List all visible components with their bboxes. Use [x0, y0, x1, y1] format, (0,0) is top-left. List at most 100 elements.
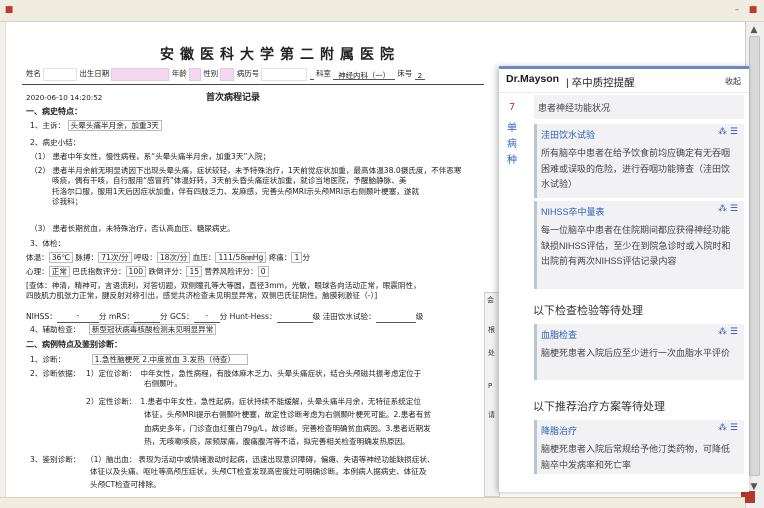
qc-card-lipid-therapy[interactable]: 降脂治疗 ⁂ ☰ 脑梗死患者入院后常规给予他汀类药物，可降低脑卒中发病率和死亡率 — [534, 420, 744, 474]
pulse-field[interactable]: 71次/分 — [98, 252, 132, 263]
basis-localization[interactable]: 1）定位诊断： 中年女性，急性病程，有肢体麻木乏力、头晕头痛症状，结合头颅磁共振考… — [86, 369, 478, 390]
menu-icon[interactable]: ☰ — [730, 423, 738, 433]
history-item-2[interactable]: （2） 患者半月余前无明显诱因下出现头晕头痛，症状较轻，未予特殊治疗，1天前觉症… — [30, 166, 472, 207]
gender-field[interactable] — [220, 67, 235, 81]
dialog-label: 会 — [487, 296, 494, 304]
card-actions: ⁂ ☰ — [718, 423, 738, 433]
section-pending-treatment: 以下推荐治疗方案等待处理 — [533, 401, 665, 413]
temp-field[interactable]: 36℃ — [48, 252, 73, 263]
history-text[interactable]: 患者长期贫血，未特殊治疗，否认高血压、糖尿病史。 — [52, 224, 234, 233]
chief-field[interactable]: 头晕头痛半月余，加重3天 — [67, 120, 163, 131]
gcs-unit: 分 — [219, 312, 228, 321]
brand-logo: Dr.Mayson — [506, 73, 560, 85]
qc-card-lipid-test[interactable]: 血脂检查 ⁂ ☰ 脑梗死患者入院后应至少进行一次血脂水平评价 — [534, 324, 744, 380]
gcs-field[interactable]: - — [193, 311, 220, 323]
history-item-3: （3） 患者长期贫血，未特殊治疗，否认高血压、糖尿病史。 — [30, 224, 235, 234]
basis-text: 1.患者中年女性，急性起病，症状持续不能缓解，头晕头痛半月余，无特征系统定位 — [140, 397, 422, 406]
window-titlebar: ■ – ■ — [0, 0, 764, 22]
status-bar — [0, 497, 745, 508]
record-no-field[interactable] — [261, 67, 308, 81]
nutrition-field[interactable]: 0 — [257, 266, 269, 277]
tree-icon[interactable]: ⁂ — [718, 327, 727, 337]
neuro-exam[interactable]: [查体：神清，精神可，言语流利，对答切题，双侧瞳孔等大等圆，直径3mm，光敏，眼… — [26, 281, 486, 302]
side-count: 7 — [508, 102, 516, 113]
card-body: 每一位脑卒中患者在住院期间都应获得神经功能缺损NIHSS评估，至少在到院急诊时或… — [541, 225, 731, 266]
history-num: （2） — [30, 166, 51, 175]
side-tab-char[interactable]: 病 — [505, 138, 519, 152]
age-field[interactable] — [188, 67, 201, 81]
history-item-1: （1） 患者中年女性，慢性病程，系“头晕头痛半月余，加重3天”入院； — [30, 152, 270, 162]
history-text: 托洛尔口服，服用1天后因症状加重，伴有四肢乏力、发麻感，完善头颅MRI示头颅MR… — [52, 186, 420, 196]
nihss-field[interactable]: - — [56, 311, 99, 323]
basis-text: 右侧颞叶。 — [144, 379, 182, 389]
hunt-hess-label: Hunt-Hess： — [229, 312, 277, 321]
dob-field[interactable] — [111, 67, 170, 81]
neuro-exam-line: 四肢肌力肌张力正常，腱反射对称引出，感觉共济检查未见明显异常，双侧巴氏征阴性。脑… — [26, 291, 378, 301]
card-title[interactable]: 洼田饮水试验 — [541, 128, 738, 141]
qc-card-swallow-test[interactable]: 洼田饮水试验 ⁂ ☰ 所有脑卒中患者在给予饮食前均应确定有无吞咽困难或误吸的危险… — [534, 124, 744, 198]
nihss-label: NIHSS： — [26, 312, 57, 321]
qc-panel-footer — [499, 474, 749, 492]
mrs-field[interactable] — [133, 311, 160, 323]
basis-text: 血病史多年，门诊查血红蛋白79g/L，故诊断。完善检查明确贫血病因。3.患者近期… — [144, 423, 431, 433]
side-tab-char[interactable]: 单 — [505, 122, 519, 136]
diagnosis-field[interactable]: 1.急性脑梗死 2.中度贫血 3.发热（待查） — [91, 354, 249, 365]
menu-icon[interactable]: ☰ — [730, 327, 738, 337]
basis-qualitative[interactable]: 2）定性诊断： 1.患者中年女性，急性起病，症状持续不能缓解，头晕头痛半月余，无特… — [86, 397, 478, 447]
section-history: 一、病史特点： — [26, 107, 82, 116]
water-test-field[interactable] — [375, 311, 416, 323]
tree-icon[interactable]: ⁂ — [718, 204, 727, 214]
dialog-label: P — [488, 382, 493, 390]
side-tab-char[interactable]: 种 — [505, 154, 519, 168]
gcs-label: GCS： — [170, 312, 194, 321]
menu-icon[interactable]: ☰ — [730, 127, 738, 137]
pain-field[interactable]: 1 — [291, 252, 303, 263]
name-field[interactable] — [43, 67, 78, 81]
history-num: （1） — [30, 152, 51, 161]
diff-text: 头颅CT检查可排除。 — [90, 479, 161, 489]
fall-field[interactable]: 15 — [186, 266, 203, 277]
bed-value: 2 — [414, 68, 426, 80]
qc-card-intro: 患者神经功能状况 — [534, 95, 744, 119]
aux-label: 4、辅助检查： — [30, 325, 81, 334]
barthel-field[interactable]: 100 — [125, 266, 147, 277]
record-datetime: 2020-06-10 14:20:52 — [26, 93, 103, 102]
history-text: 患者半月余前无明显诱因下出现头晕头痛，症状较轻，未予特殊治疗，1天前觉症状加重，… — [52, 166, 462, 175]
scales-row: NIHSS： - 分 mRS：分 GCS： - 分 Hunt-Hess：级 洼田饮水试验… — [26, 311, 423, 323]
basis-text: 中年女性，急性病程，有肢体麻木乏力、头晕头痛症状，结合头颅磁共振考虑定位于 — [140, 369, 422, 378]
scrollbar-thumb[interactable] — [749, 36, 760, 476]
card-title[interactable]: 血脂检查 — [541, 328, 738, 341]
diagnosis-row: 1、诊断： 1.急性脑梗死 2.中度贫血 3.发热（待查） — [30, 354, 249, 365]
differential-label: 3、鉴别诊断： — [30, 455, 81, 464]
pulse-label: 脉搏： — [75, 253, 99, 262]
card-body: 脑梗死患者入院后应至少进行一次血脂水平评价 — [541, 348, 731, 358]
hunt-hess-field[interactable] — [276, 311, 313, 323]
card-title[interactable]: NIHSS卒中量表 — [541, 205, 738, 218]
dialog-label: 根 — [488, 326, 495, 334]
history-label: 2、病史小结： — [30, 138, 81, 147]
tree-icon[interactable]: ⁂ — [718, 423, 727, 433]
minimize-icon[interactable]: – — [732, 5, 742, 15]
mrs-label: mRS： — [108, 312, 134, 321]
basis-text: 体征，头颅MRI提示右侧颞叶梗塞，故定性诊断考虑为右侧颞叶梗死可能。2.患者有贫 — [144, 410, 432, 420]
heart-field[interactable]: 正常 — [48, 266, 70, 277]
differential-hemorrhage[interactable]: （1）脑出血： 表现为活动中或情绪激动时起病，迅速出现意识障碍，偏瘫、失语等神经功… — [86, 455, 482, 490]
qc-card-nihss[interactable]: NIHSS卒中量表 ⁂ ☰ 每一位脑卒中患者在住院期间都应获得神经功能缺损NIH… — [534, 201, 744, 289]
history-text[interactable]: 患者中年女性，慢性病程，系“头晕头痛半月余，加重3天”入院； — [52, 152, 270, 161]
card-body: 患者神经功能状况 — [538, 103, 611, 113]
card-title[interactable]: 降脂治疗 — [541, 424, 738, 437]
tree-icon[interactable]: ⁂ — [718, 127, 727, 137]
bp-field[interactable]: 111/58㎜Hg — [215, 252, 267, 263]
resp-field[interactable]: 18次/分 — [156, 252, 191, 263]
scroll-up-arrow-icon[interactable]: ▲ — [748, 25, 760, 35]
collapse-button[interactable]: 收起 — [725, 76, 741, 87]
history-text: 咳痰，偶有干咳，自行服用“感冒药”体温好转，3天前头昏头痛症状加重，就诊当地医院… — [52, 176, 407, 186]
background-dialog — [484, 292, 500, 497]
menu-icon[interactable]: ☰ — [730, 204, 738, 214]
aux-field[interactable]: 新型冠状病毒核酸检测未见明显异常 — [88, 324, 217, 335]
age-label: 年龄 — [171, 69, 187, 78]
card-body: 所有脑卒中患者在给予饮食前均应确定有无吞咽困难或误吸的危险，进行吞咽功能筛查（洼… — [541, 148, 731, 189]
diff-sub-label: （1）脑出血： — [86, 455, 137, 464]
dob-label: 出生日期 — [79, 69, 110, 78]
close-icon[interactable]: ■ — [748, 5, 758, 15]
